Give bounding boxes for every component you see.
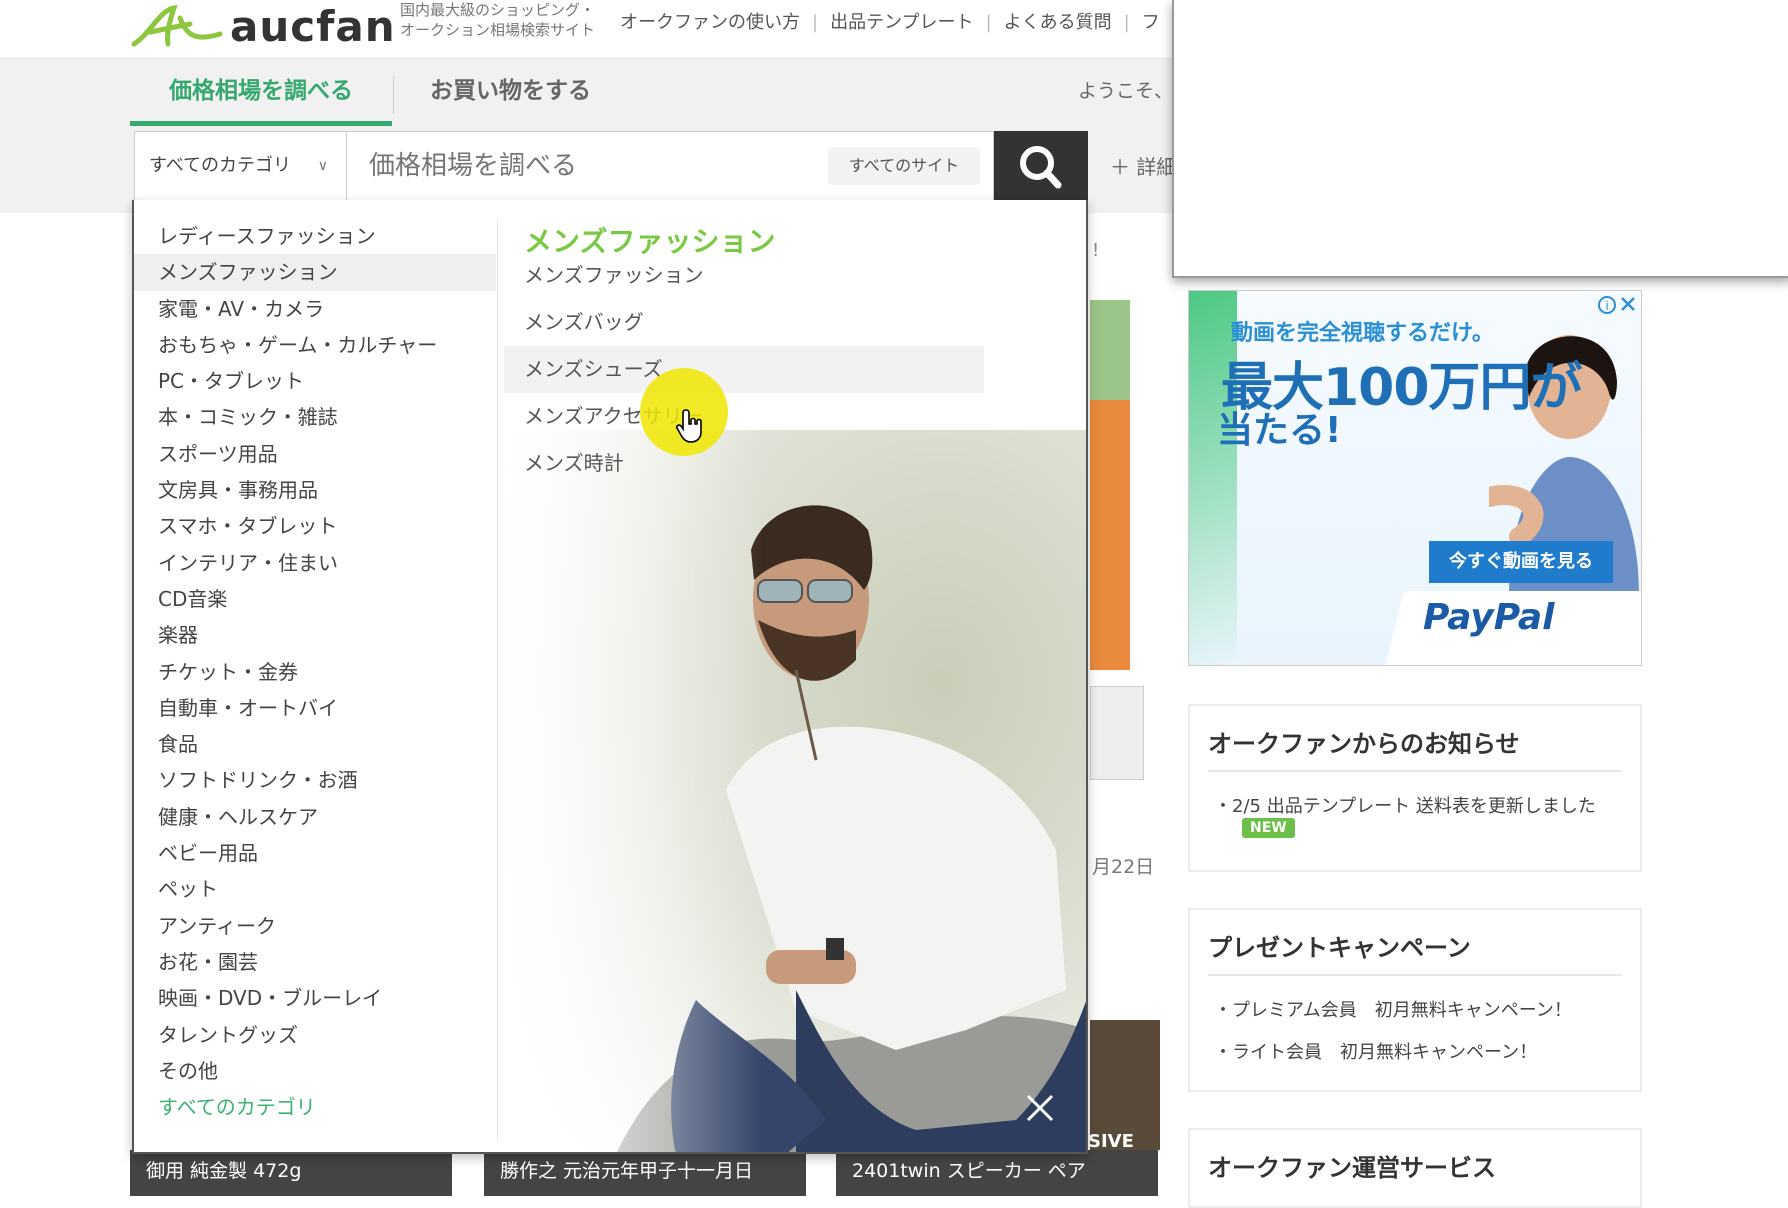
item-caption[interactable]: 勝作之 元治元年甲子十一月日 bbox=[484, 1150, 806, 1196]
logo-text[interactable]: aucfan bbox=[230, 2, 396, 51]
panel-divider bbox=[497, 220, 498, 1140]
category-select[interactable]: すべてのカテゴリ ∨ bbox=[134, 131, 346, 201]
news-box: オークファンからのお知らせ ・2/5 出品テンプレート 送料表を更新しました N… bbox=[1188, 704, 1642, 872]
paypal-logo: PayPal bbox=[1423, 597, 1555, 638]
category-item[interactable]: PC・タブレット bbox=[134, 363, 496, 399]
nav-faq[interactable]: よくある質問 bbox=[1004, 12, 1112, 33]
tagline-line2: オークション相場検索サイト bbox=[400, 21, 596, 39]
campaign-item[interactable]: ・プレミアム会員 初月無料キャンペーン！ bbox=[1214, 996, 1572, 1022]
campaign-title: プレゼントキャンペーン bbox=[1208, 934, 1471, 962]
new-badge: NEW bbox=[1242, 818, 1295, 838]
category-item[interactable]: ベビー用品 bbox=[134, 835, 496, 871]
divider bbox=[1208, 974, 1622, 976]
content-thumbnail[interactable] bbox=[1090, 300, 1130, 400]
item-caption[interactable]: 御用 純金製 472g bbox=[130, 1150, 452, 1196]
site-select[interactable]: すべてのサイト bbox=[828, 147, 980, 185]
search-icon bbox=[1020, 146, 1062, 189]
detail-search-link[interactable]: ＋ 詳細 bbox=[1110, 151, 1176, 180]
nav-howto[interactable]: オークファンの使い方 bbox=[620, 12, 800, 33]
category-list: レディースファッション メンズファッション 家電・AV・カメラ おもちゃ・ゲーム… bbox=[134, 218, 496, 1125]
divider bbox=[1208, 770, 1622, 772]
nav-separator: | bbox=[1123, 12, 1130, 33]
tagline-line1: 国内最大級のショッピング・ bbox=[400, 1, 596, 19]
tab-shopping[interactable]: お買い物をする bbox=[430, 74, 591, 108]
subcategory-item[interactable]: メンズ時計 bbox=[504, 440, 984, 487]
nav-separator: | bbox=[812, 12, 819, 33]
campaign-item[interactable]: ・ライト会員 初月無料キャンペーン！ bbox=[1214, 1038, 1537, 1064]
subcategory-item[interactable]: メンズバッグ bbox=[504, 299, 984, 346]
close-icon[interactable] bbox=[1020, 1088, 1060, 1128]
nav-template[interactable]: 出品テンプレート bbox=[830, 12, 973, 33]
category-item[interactable]: アンティーク bbox=[134, 908, 496, 944]
ad-headline: 動画を完全視聴するだけ。 bbox=[1231, 321, 1494, 346]
top-nav: オークファンの使い方 | 出品テンプレート | よくある質問 | フ bbox=[620, 8, 1160, 34]
category-item[interactable]: ソフトドリンク・お酒 bbox=[134, 762, 496, 798]
model-photo bbox=[496, 430, 1086, 1152]
overlay-window[interactable] bbox=[1172, 0, 1788, 278]
category-item[interactable]: おもちゃ・ゲーム・カルチャー bbox=[134, 327, 496, 363]
category-item[interactable]: レディースファッション bbox=[134, 218, 496, 254]
ad-subline: 当たる! bbox=[1217, 410, 1342, 451]
ad-cta-button[interactable]: 今すぐ動画を見る bbox=[1429, 541, 1613, 583]
services-title: オークファン運営サービス bbox=[1208, 1154, 1496, 1182]
hand-pointer-icon bbox=[676, 409, 702, 443]
paypal-ad[interactable]: 動画を完全視聴するだけ。 最大100万円が 当たる! 今すぐ動画を見る PayP… bbox=[1188, 290, 1642, 666]
nav-more[interactable]: フ bbox=[1142, 12, 1160, 33]
category-item[interactable]: ペット bbox=[134, 871, 496, 907]
middle-date: 月22日 bbox=[1092, 856, 1155, 878]
nav-separator: | bbox=[985, 12, 992, 33]
all-categories-link[interactable]: すべてのカテゴリ bbox=[134, 1089, 496, 1125]
tab-divider bbox=[393, 76, 394, 114]
subcategory-item-hovered[interactable]: メンズシューズ bbox=[504, 346, 984, 393]
category-item[interactable]: タレントグッズ bbox=[134, 1017, 496, 1053]
svg-text:i: i bbox=[1605, 299, 1608, 313]
chevron-down-icon: ∨ bbox=[317, 158, 328, 174]
category-item[interactable]: 楽器 bbox=[134, 617, 496, 653]
category-select-value: すべてのカテゴリ bbox=[149, 155, 292, 176]
category-item[interactable]: 自動車・オートバイ bbox=[134, 690, 496, 726]
category-item[interactable]: その他 bbox=[134, 1053, 496, 1089]
category-item[interactable]: チケット・金券 bbox=[134, 654, 496, 690]
middle-text-fragment: ! bbox=[1092, 240, 1100, 261]
category-item[interactable]: スポーツ用品 bbox=[134, 436, 496, 472]
category-item[interactable]: 文房具・事務用品 bbox=[134, 472, 496, 508]
subcategory-list: メンズファッション メンズバッグ メンズシューズ メンズアクセサリー メンズ時計 bbox=[504, 252, 984, 487]
category-item-active[interactable]: メンズファッション bbox=[134, 254, 496, 291]
welcome-text: ようこそ、 bbox=[1078, 80, 1174, 102]
search-button[interactable] bbox=[994, 131, 1088, 201]
campaign-box: プレゼントキャンペーン ・プレミアム会員 初月無料キャンペーン！ ・ライト会員 … bbox=[1188, 908, 1642, 1092]
content-thumbnail[interactable] bbox=[1090, 400, 1130, 670]
category-item[interactable]: 映画・DVD・ブルーレイ bbox=[134, 980, 496, 1016]
ad-close-icon[interactable] bbox=[1619, 295, 1637, 313]
news-item[interactable]: ・2/5 出品テンプレート 送料表を更新しました bbox=[1214, 792, 1596, 818]
tab-price-search[interactable]: 価格相場を調べる bbox=[130, 74, 392, 126]
category-item[interactable]: お花・園芸 bbox=[134, 944, 496, 980]
middle-text-fragment: SIVE bbox=[1088, 1131, 1134, 1152]
category-item[interactable]: 家電・AV・カメラ bbox=[134, 291, 496, 327]
category-dropdown-panel: レディースファッション メンズファッション 家電・AV・カメラ おもちゃ・ゲーム… bbox=[132, 200, 1088, 1154]
category-item[interactable]: 健康・ヘルスケア bbox=[134, 799, 496, 835]
tagline: 国内最大級のショッピング・ オークション相場検索サイト bbox=[400, 0, 595, 40]
item-caption[interactable]: 2401twin スピーカー ペア bbox=[836, 1150, 1158, 1196]
category-item[interactable]: 食品 bbox=[134, 726, 496, 762]
services-box: オークファン運営サービス bbox=[1188, 1128, 1642, 1208]
category-item[interactable]: インテリア・住まい bbox=[134, 545, 496, 581]
ad-info-icon[interactable]: i bbox=[1597, 295, 1617, 315]
news-title: オークファンからのお知らせ bbox=[1208, 730, 1520, 758]
subcategory-item[interactable]: メンズアクセサリー bbox=[504, 393, 984, 440]
subcategory-item[interactable]: メンズファッション bbox=[504, 252, 984, 299]
content-thumbnail[interactable] bbox=[1090, 686, 1144, 780]
category-item[interactable]: スマホ・タブレット bbox=[134, 508, 496, 544]
category-item[interactable]: 本・コミック・雑誌 bbox=[134, 399, 496, 435]
category-item[interactable]: CD音楽 bbox=[134, 581, 496, 617]
